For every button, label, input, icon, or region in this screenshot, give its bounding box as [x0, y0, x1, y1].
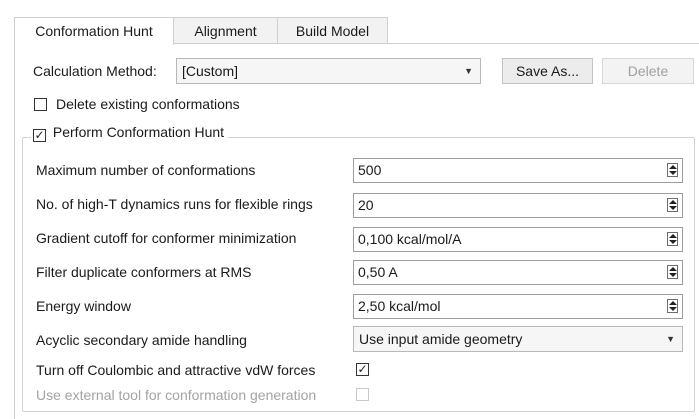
- external-tool-label: Use external tool for conformation gener…: [36, 387, 317, 403]
- perform-conformation-hunt-label: Perform Conformation Hunt: [52, 124, 225, 140]
- perform-conformation-hunt-legend: ✓ Perform Conformation Hunt: [31, 122, 229, 142]
- save-as-button[interactable]: Save As...: [502, 58, 593, 84]
- filter-duplicate-value: 0,50 A: [358, 264, 398, 280]
- coulombic-checkbox[interactable]: ✓: [356, 363, 369, 376]
- chevron-down-icon: ▼: [666, 334, 675, 344]
- acyclic-amide-label: Acyclic secondary amide handling: [36, 332, 247, 348]
- max-conformations-input[interactable]: 500: [353, 158, 683, 183]
- high-t-runs-input[interactable]: 20: [353, 193, 683, 218]
- spinner-icon[interactable]: [667, 163, 678, 177]
- delete-existing-checkbox[interactable]: [34, 98, 47, 111]
- perform-conformation-hunt-checkbox[interactable]: ✓: [33, 129, 46, 142]
- energy-window-label: Energy window: [36, 298, 131, 314]
- tab-alignment[interactable]: Alignment: [173, 17, 278, 43]
- energy-window-input[interactable]: 2,50 kcal/mol: [353, 294, 683, 319]
- spinner-icon[interactable]: [667, 265, 678, 279]
- high-t-runs-value: 20: [358, 197, 374, 213]
- tab-conformation-hunt[interactable]: Conformation Hunt: [14, 17, 174, 45]
- tab-build-model[interactable]: Build Model: [277, 17, 388, 43]
- spinner-icon[interactable]: [667, 198, 678, 212]
- spinner-icon[interactable]: [667, 299, 678, 313]
- acyclic-amide-combo[interactable]: Use input amide geometry ▼: [353, 326, 683, 352]
- coulombic-label: Turn off Coulombic and attractive vdW fo…: [36, 362, 316, 378]
- filter-duplicate-label: Filter duplicate conformers at RMS: [36, 264, 252, 280]
- energy-window-value: 2,50 kcal/mol: [358, 298, 441, 314]
- gradient-cutoff-label: Gradient cutoff for conformer minimizati…: [36, 230, 297, 246]
- high-t-runs-label: No. of high-T dynamics runs for flexible…: [36, 196, 313, 212]
- gradient-cutoff-value: 0,100 kcal/mol/A: [358, 231, 462, 247]
- spinner-icon[interactable]: [667, 232, 678, 246]
- gradient-cutoff-input[interactable]: 0,100 kcal/mol/A: [353, 227, 683, 252]
- chevron-down-icon: ▼: [464, 66, 473, 76]
- filter-duplicate-input[interactable]: 0,50 A: [353, 260, 683, 285]
- calculation-method-combo[interactable]: [Custom] ▼: [176, 58, 481, 84]
- acyclic-amide-value: Use input amide geometry: [359, 331, 523, 347]
- max-conformations-label: Maximum number of conformations: [36, 162, 256, 178]
- calculation-method-label: Calculation Method:: [33, 63, 157, 79]
- delete-existing-label: Delete existing conformations: [56, 96, 240, 112]
- max-conformations-value: 500: [358, 162, 382, 178]
- calculation-method-value: [Custom]: [182, 63, 239, 79]
- external-tool-checkbox[interactable]: [356, 388, 369, 401]
- delete-button[interactable]: Delete: [602, 58, 694, 84]
